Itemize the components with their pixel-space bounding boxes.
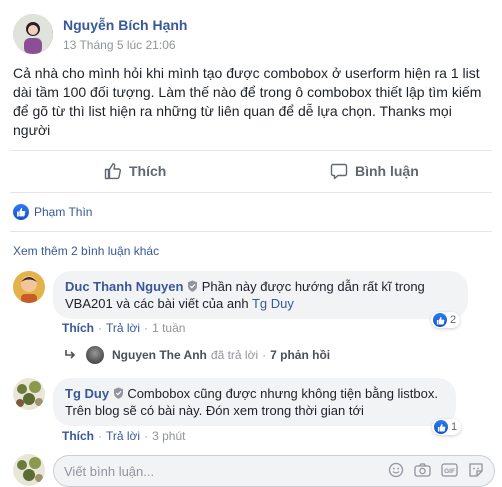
comment-input[interactable]: Viết bình luận... GIF	[53, 455, 495, 487]
like-reaction-icon	[433, 313, 447, 327]
like-button[interactable]: Thích	[104, 162, 166, 180]
comment-button-label: Bình luận	[355, 163, 419, 179]
divider-top-actions	[10, 150, 492, 151]
view-more-comments-link[interactable]: Xem thêm 2 bình luận khác	[13, 244, 159, 258]
comment-button[interactable]: Bình luận	[330, 162, 419, 180]
verified-shield-icon	[188, 280, 198, 292]
comment-reaction-badge[interactable]: 2	[431, 312, 461, 328]
post-author-avatar[interactable]	[13, 14, 53, 54]
comment-bubble: Tg Duy Combobox cũng được nhưng không ti…	[53, 378, 456, 426]
gif-icon[interactable]: GIF	[441, 462, 458, 480]
comment-actions: Thích · Trả lời · 1 tuần	[62, 321, 186, 335]
reaction-summary[interactable]: Phạm Thìn	[13, 204, 92, 220]
thumbs-up-icon	[104, 163, 122, 180]
comment-time[interactable]: 1 tuần	[152, 321, 185, 335]
comment-bubble-icon	[330, 163, 348, 180]
comment-like-link[interactable]: Thích	[62, 429, 94, 443]
comment-author-name[interactable]: Duc Thanh Nguyen	[65, 279, 183, 294]
comment-like-link[interactable]: Thích	[62, 321, 94, 335]
post-author-name[interactable]: Nguyễn Bích Hạnh	[63, 17, 187, 33]
comment-reply-link[interactable]: Trả lời	[106, 429, 140, 443]
comment-input-placeholder: Viết bình luận...	[64, 463, 155, 479]
post-timestamp[interactable]: 13 Tháng 5 lúc 21:06	[63, 38, 176, 52]
reply-summary-link[interactable]: Nguyen The Anh đã trả lời · 7 phản hồi	[64, 346, 330, 364]
divider-reactions	[10, 231, 492, 232]
camera-icon[interactable]	[414, 462, 431, 481]
comment-time[interactable]: 3 phút	[152, 429, 185, 443]
verified-shield-icon	[113, 387, 123, 399]
comment-reaction-badge[interactable]: 1	[432, 419, 462, 435]
commenter-avatar[interactable]	[13, 271, 45, 303]
comment-reply-link[interactable]: Trả lời	[106, 321, 140, 335]
reply-arrow-icon	[65, 350, 76, 359]
reply-author-name: Nguyen The Anh	[112, 348, 207, 362]
reply-action-text: đã trả lời	[210, 348, 259, 362]
divider-bottom-actions	[10, 192, 492, 193]
comment-bubble: Duc Thanh Nguyen Phần này được hướng dẫn…	[53, 271, 468, 319]
emoji-icon[interactable]	[388, 462, 404, 481]
comment-mention[interactable]: Tg Duy	[252, 296, 294, 311]
reaction-liker-name[interactable]: Phạm Thìn	[34, 205, 92, 219]
svg-text:GIF: GIF	[444, 468, 455, 475]
comment-actions: Thích · Trả lời · 3 phút	[62, 429, 186, 443]
like-reaction-icon	[434, 420, 448, 434]
post-body: Cả nhà cho mình hỏi khi mình tạo được co…	[13, 65, 482, 138]
comment-reaction-count: 2	[450, 314, 457, 326]
commenter-avatar[interactable]	[13, 378, 45, 410]
comment-author-name[interactable]: Tg Duy	[65, 386, 109, 401]
comment-reaction-count: 1	[451, 421, 458, 433]
current-user-avatar	[13, 454, 45, 486]
like-button-label: Thích	[129, 163, 167, 179]
sticker-icon[interactable]	[468, 462, 484, 481]
reply-author-avatar	[86, 346, 104, 364]
like-reaction-icon	[13, 204, 29, 220]
reply-count: 7 phản hồi	[270, 348, 331, 362]
